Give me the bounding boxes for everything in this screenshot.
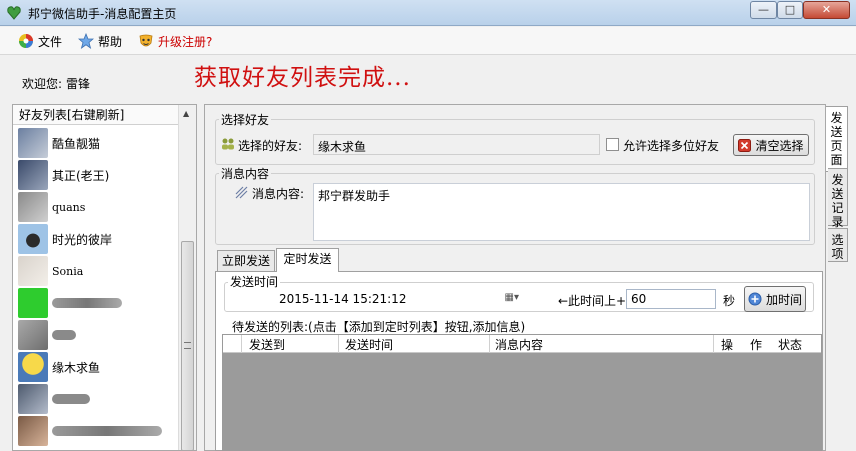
- allow-multi-select-label: 允许选择多位好友: [623, 139, 720, 153]
- grip-icon: [184, 342, 191, 349]
- friend-item[interactable]: 缘木求鱼: [13, 351, 178, 383]
- pending-table-header: 发送到 发送时间 消息内容 操 作 状态: [223, 335, 821, 353]
- avatar: [18, 160, 48, 190]
- friend-name-redacted: [52, 330, 76, 340]
- seconds-unit-label: 秒: [723, 294, 736, 308]
- column-divider: [241, 335, 242, 353]
- friend-name: 缘木求鱼: [52, 360, 101, 375]
- column-divider: [713, 335, 714, 353]
- friend-name: quans: [52, 200, 86, 214]
- friend-item[interactable]: 时光的彼岸: [13, 223, 178, 255]
- add-time-button[interactable]: 加时间: [744, 286, 806, 312]
- close-button[interactable]: ✕: [803, 1, 850, 19]
- friends-icon: [222, 138, 234, 150]
- welcome-label: 欢迎您:: [22, 77, 63, 91]
- send-datetime-picker[interactable]: 2015-11-14 15:21:12 ▦▾: [274, 289, 522, 309]
- friend-name-redacted: [52, 426, 162, 436]
- title-bar: 邦宁微信助手-消息配置主页 — □ ✕: [0, 0, 856, 26]
- avatar: [18, 128, 48, 158]
- menu-bar: 文件 帮助 升级注册?: [0, 27, 856, 55]
- status-message: 获取好友列表完成...: [194, 65, 411, 91]
- tab-options[interactable]: 选项: [828, 228, 848, 262]
- time-offset-label: ←此时间上+: [558, 294, 627, 308]
- column-divider: [489, 335, 490, 353]
- menu-help-label: 帮助: [98, 34, 123, 49]
- calendar-dropdown-icon[interactable]: ▦▾: [505, 292, 519, 303]
- send-time-group-title: 发送时间: [228, 273, 281, 290]
- friends-list-header: 好友列表[右键刷新]: [13, 105, 178, 125]
- clear-selection-button[interactable]: 清空选择: [733, 134, 809, 156]
- column-operation-1[interactable]: 操: [721, 336, 733, 353]
- friends-list[interactable]: 好友列表[右键刷新] 酷鱼靓猫 其正(老王) quans 时光的彼岸 Sonia…: [12, 104, 197, 451]
- menu-file-label: 文件: [38, 34, 63, 49]
- avatar: [18, 320, 48, 350]
- pending-send-table[interactable]: 发送到 发送时间 消息内容 操 作 状态: [222, 334, 822, 451]
- select-friend-group-title: 选择好友: [219, 111, 272, 128]
- message-label: 消息内容:: [252, 187, 305, 201]
- window-title: 邦宁微信助手-消息配置主页: [28, 7, 177, 21]
- friend-item[interactable]: 酷鱼靓猫: [13, 127, 178, 159]
- column-message-content[interactable]: 消息内容: [495, 336, 543, 353]
- column-send-to[interactable]: 发送到: [249, 336, 285, 353]
- plus-circle-icon: [748, 292, 762, 306]
- allow-multi-select-checkbox[interactable]: [606, 138, 619, 151]
- pending-list-caption: 待发送的列表:(点击【添加到定时列表】按钮,添加信息): [232, 320, 526, 334]
- friends-scrollbar[interactable]: ▲: [178, 105, 196, 450]
- menu-upgrade-label: 升级注册?: [158, 34, 213, 49]
- avatar: [18, 192, 48, 222]
- avatar: [18, 352, 48, 382]
- friend-item[interactable]: [13, 383, 178, 415]
- friend-item[interactable]: [13, 415, 178, 447]
- avatar: [18, 416, 48, 446]
- column-send-time[interactable]: 发送时间: [345, 336, 393, 353]
- friend-name: Sonia: [52, 264, 84, 278]
- minimize-button[interactable]: —: [750, 1, 777, 19]
- friend-name-redacted: [52, 298, 122, 308]
- message-textarea[interactable]: 邦宁群发助手: [313, 183, 810, 241]
- menu-upgrade[interactable]: 升级注册?: [138, 32, 212, 50]
- friend-name: 酷鱼靓猫: [52, 136, 101, 151]
- tab-instant-send[interactable]: 立即发送: [217, 250, 275, 272]
- menu-file[interactable]: 文件: [18, 32, 62, 50]
- friend-name-redacted: [52, 394, 90, 404]
- column-divider: [338, 335, 339, 353]
- maximize-button[interactable]: □: [777, 1, 803, 19]
- friend-item[interactable]: quans: [13, 191, 178, 223]
- color-wheel-icon: [19, 34, 33, 48]
- add-time-label: 加时间: [765, 292, 802, 307]
- column-status[interactable]: 状态: [778, 336, 802, 353]
- clear-selection-label: 清空选择: [755, 138, 804, 153]
- mask-icon: [139, 34, 153, 47]
- send-datetime-value: 2015-11-14 15:21:12: [279, 292, 407, 306]
- friend-item[interactable]: [13, 319, 178, 351]
- avatar: [18, 224, 48, 254]
- tab-send-page[interactable]: 发送页面: [826, 106, 848, 172]
- tab-scheduled-send[interactable]: 定时发送: [276, 248, 339, 272]
- menu-help[interactable]: 帮助: [78, 32, 122, 50]
- scheduled-send-panel: 发送时间 2015-11-14 15:21:12 ▦▾ ←此时间上+ 60 秒 …: [215, 271, 823, 451]
- column-operation-2[interactable]: 作: [750, 336, 762, 353]
- avatar: [18, 384, 48, 414]
- time-offset-input[interactable]: 60: [626, 289, 716, 309]
- friend-item[interactable]: [13, 287, 178, 319]
- clear-icon: [738, 138, 752, 152]
- user-name: 雷锋: [66, 77, 91, 91]
- avatar: [18, 256, 48, 286]
- app-logo-icon: [7, 6, 21, 20]
- friend-item[interactable]: 其正(老王): [13, 159, 178, 191]
- friend-name: 时光的彼岸: [52, 232, 113, 247]
- avatar: [18, 288, 48, 318]
- message-group-title: 消息内容: [219, 165, 272, 182]
- send-page-panel: 选择好友 选择的好友: 缘木求鱼 允许选择多位好友 清空选择 消息内容 消息内容…: [204, 104, 826, 451]
- tab-send-records[interactable]: 发送记录: [828, 168, 848, 229]
- star-icon: [78, 33, 94, 49]
- scroll-up-arrow-icon[interactable]: ▲: [183, 109, 189, 118]
- selected-friend-label: 选择的好友:: [238, 139, 303, 153]
- selected-friend-field[interactable]: 缘木求鱼: [313, 134, 600, 155]
- scroll-thumb[interactable]: [181, 241, 194, 450]
- message-icon: [235, 186, 248, 199]
- friend-name: 其正(老王): [52, 168, 110, 183]
- friend-item[interactable]: Sonia: [13, 255, 178, 287]
